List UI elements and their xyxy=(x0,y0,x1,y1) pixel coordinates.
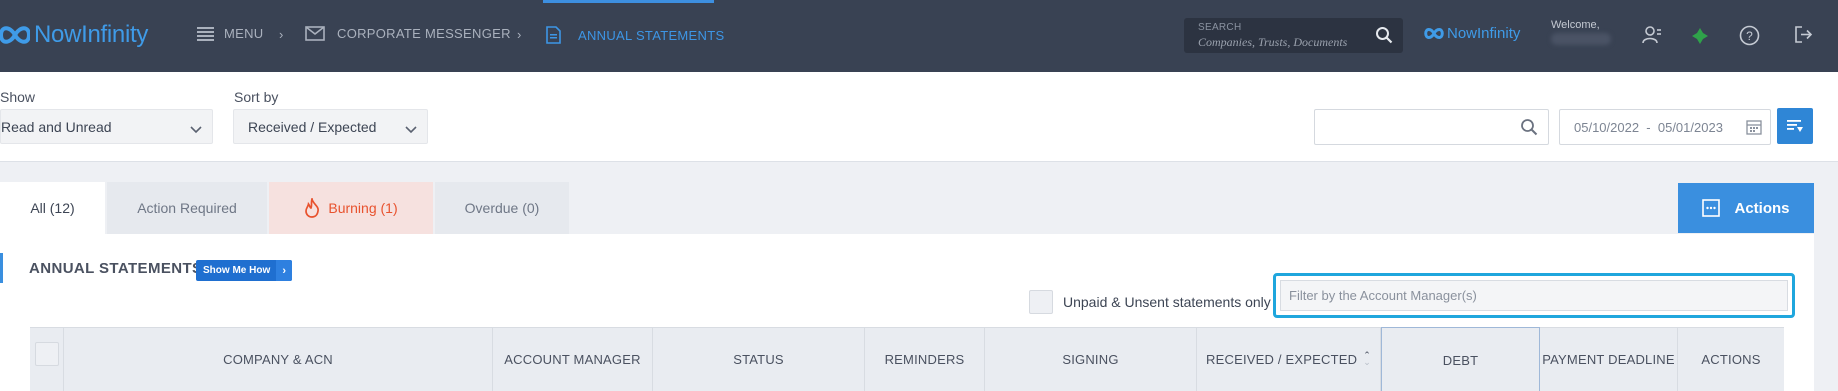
column-label: ACCOUNT MANAGER xyxy=(504,351,641,367)
statement-search-input[interactable] xyxy=(1314,109,1549,145)
sort-label: Sort by xyxy=(234,89,279,105)
chevron-down-icon xyxy=(190,121,202,137)
menu-label: MENU xyxy=(224,26,264,41)
help-icon[interactable]: ? xyxy=(1739,25,1760,51)
hamburger-icon xyxy=(197,26,214,41)
column-header-actions[interactable]: ACTIONS xyxy=(1678,327,1784,391)
column-label: REMINDERS xyxy=(884,351,965,367)
page-title: ANNUAL STATEMENTS xyxy=(29,260,203,277)
breadcrumb-annual-statements[interactable]: ANNUAL STATEMENTS xyxy=(546,26,724,44)
tab-label: Burning (1) xyxy=(328,200,398,216)
advanced-filter-button[interactable] xyxy=(1777,108,1813,144)
sort-icon[interactable]: ⌃ ⌄ xyxy=(1363,351,1371,367)
nowinfinity-logo[interactable]: NowInfinity xyxy=(0,20,148,50)
brand-text: NowInfinity xyxy=(1447,25,1521,42)
date-range-picker[interactable]: 05/10/2022 - 05/01/2023 xyxy=(1559,109,1771,145)
search-label: SEARCH xyxy=(1198,22,1242,33)
column-label: DEBT xyxy=(1442,353,1479,368)
column-header-account-manager[interactable]: ACCOUNT MANAGER xyxy=(493,327,653,391)
chevron-down-icon xyxy=(405,121,417,137)
column-label: STATUS xyxy=(733,351,784,367)
account-manager-filter-input[interactable]: Filter by the Account Manager(s) xyxy=(1280,280,1788,311)
filter-list-icon xyxy=(1787,120,1803,132)
nowinfinity-brand-link[interactable]: NowInfinity xyxy=(1424,25,1520,42)
tab-label: Action Required xyxy=(137,200,237,216)
tab-label: Overdue (0) xyxy=(464,200,540,216)
sort-select-value: Received / Expected xyxy=(248,119,377,135)
global-search-input[interactable]: SEARCH Companies, Trusts, Documents xyxy=(1184,18,1403,53)
column-header-debt[interactable]: DEBT xyxy=(1381,327,1540,391)
flame-icon xyxy=(305,198,320,218)
date-from: 05/10/2022 xyxy=(1574,120,1640,135)
tab-label: All (12) xyxy=(30,200,75,216)
welcome-text: Welcome, xyxy=(1551,19,1600,31)
show-me-how-button[interactable]: Show Me How › xyxy=(196,260,293,281)
show-select[interactable]: Read and Unread xyxy=(0,109,213,144)
more-actions-icon xyxy=(1702,199,1721,217)
column-label: SIGNING xyxy=(1062,351,1119,367)
logout-icon[interactable] xyxy=(1794,25,1813,49)
show-select-value: Read and Unread xyxy=(1,119,112,135)
column-header-company[interactable]: COMPANY & ACN xyxy=(64,327,493,391)
active-nav-indicator xyxy=(543,0,714,3)
breadcrumb-label: ANNUAL STATEMENTS xyxy=(578,27,725,43)
column-header-select xyxy=(30,327,64,391)
account-manager-filter-highlight: Filter by the Account Manager(s) xyxy=(1273,273,1795,318)
envelope-icon xyxy=(305,26,325,41)
document-icon xyxy=(546,26,561,44)
breadcrumb-corporate-messenger[interactable]: CORPORATE MESSENGER xyxy=(305,26,511,41)
column-label: PAYMENT DEADLINE xyxy=(1542,351,1675,367)
breadcrumb-separator-icon: › xyxy=(279,27,284,42)
user-name-blurred xyxy=(1551,33,1611,45)
sort-select[interactable]: Received / Expected xyxy=(233,109,428,144)
show-label: Show xyxy=(0,89,36,105)
chevron-right-icon: › xyxy=(276,260,293,281)
status-leaf-icon[interactable] xyxy=(1691,27,1709,50)
column-label: COMPANY & ACN xyxy=(223,351,333,367)
search-icon[interactable] xyxy=(1375,26,1393,49)
column-header-payment-deadline[interactable]: PAYMENT DEADLINE xyxy=(1540,327,1678,391)
column-header-reminders[interactable]: REMINDERS xyxy=(865,327,985,391)
actions-button[interactable]: Actions xyxy=(1678,183,1814,233)
search-icon[interactable] xyxy=(1520,118,1538,141)
show-me-how-label: Show Me How xyxy=(203,265,271,276)
infinity-logo-icon xyxy=(1424,28,1444,39)
column-header-signing[interactable]: SIGNING xyxy=(985,327,1197,391)
panel-accent-bar xyxy=(0,253,3,283)
column-header-status[interactable]: STATUS xyxy=(653,327,865,391)
unpaid-unsent-label: Unpaid & Unsent statements only xyxy=(1063,294,1271,310)
column-label: ACTIONS xyxy=(1701,351,1761,367)
column-header-received-expected[interactable]: RECEIVED / EXPECTED ⌃ ⌄ xyxy=(1197,327,1381,391)
column-label: RECEIVED / EXPECTED xyxy=(1206,351,1358,367)
breadcrumb-label: CORPORATE MESSENGER xyxy=(337,26,511,41)
infinity-logo-icon xyxy=(0,26,30,44)
logo-text: NowInfinity xyxy=(34,21,149,48)
date-to: 05/01/2023 xyxy=(1657,120,1723,135)
tab-all[interactable]: All (12) xyxy=(0,182,105,234)
menu-button[interactable]: MENU xyxy=(197,26,263,41)
user-profile-icon[interactable] xyxy=(1642,25,1662,50)
calendar-icon[interactable] xyxy=(1746,119,1762,138)
svg-text:?: ? xyxy=(1746,29,1753,43)
tab-action-required[interactable]: Action Required xyxy=(107,182,267,234)
unpaid-unsent-checkbox[interactable] xyxy=(1029,290,1053,314)
breadcrumb-separator-icon: › xyxy=(517,27,522,42)
tab-overdue[interactable]: Overdue (0) xyxy=(435,182,569,234)
search-placeholder: Companies, Trusts, Documents xyxy=(1198,35,1348,49)
tab-burning[interactable]: Burning (1) xyxy=(269,182,433,234)
actions-label: Actions xyxy=(1734,199,1790,217)
